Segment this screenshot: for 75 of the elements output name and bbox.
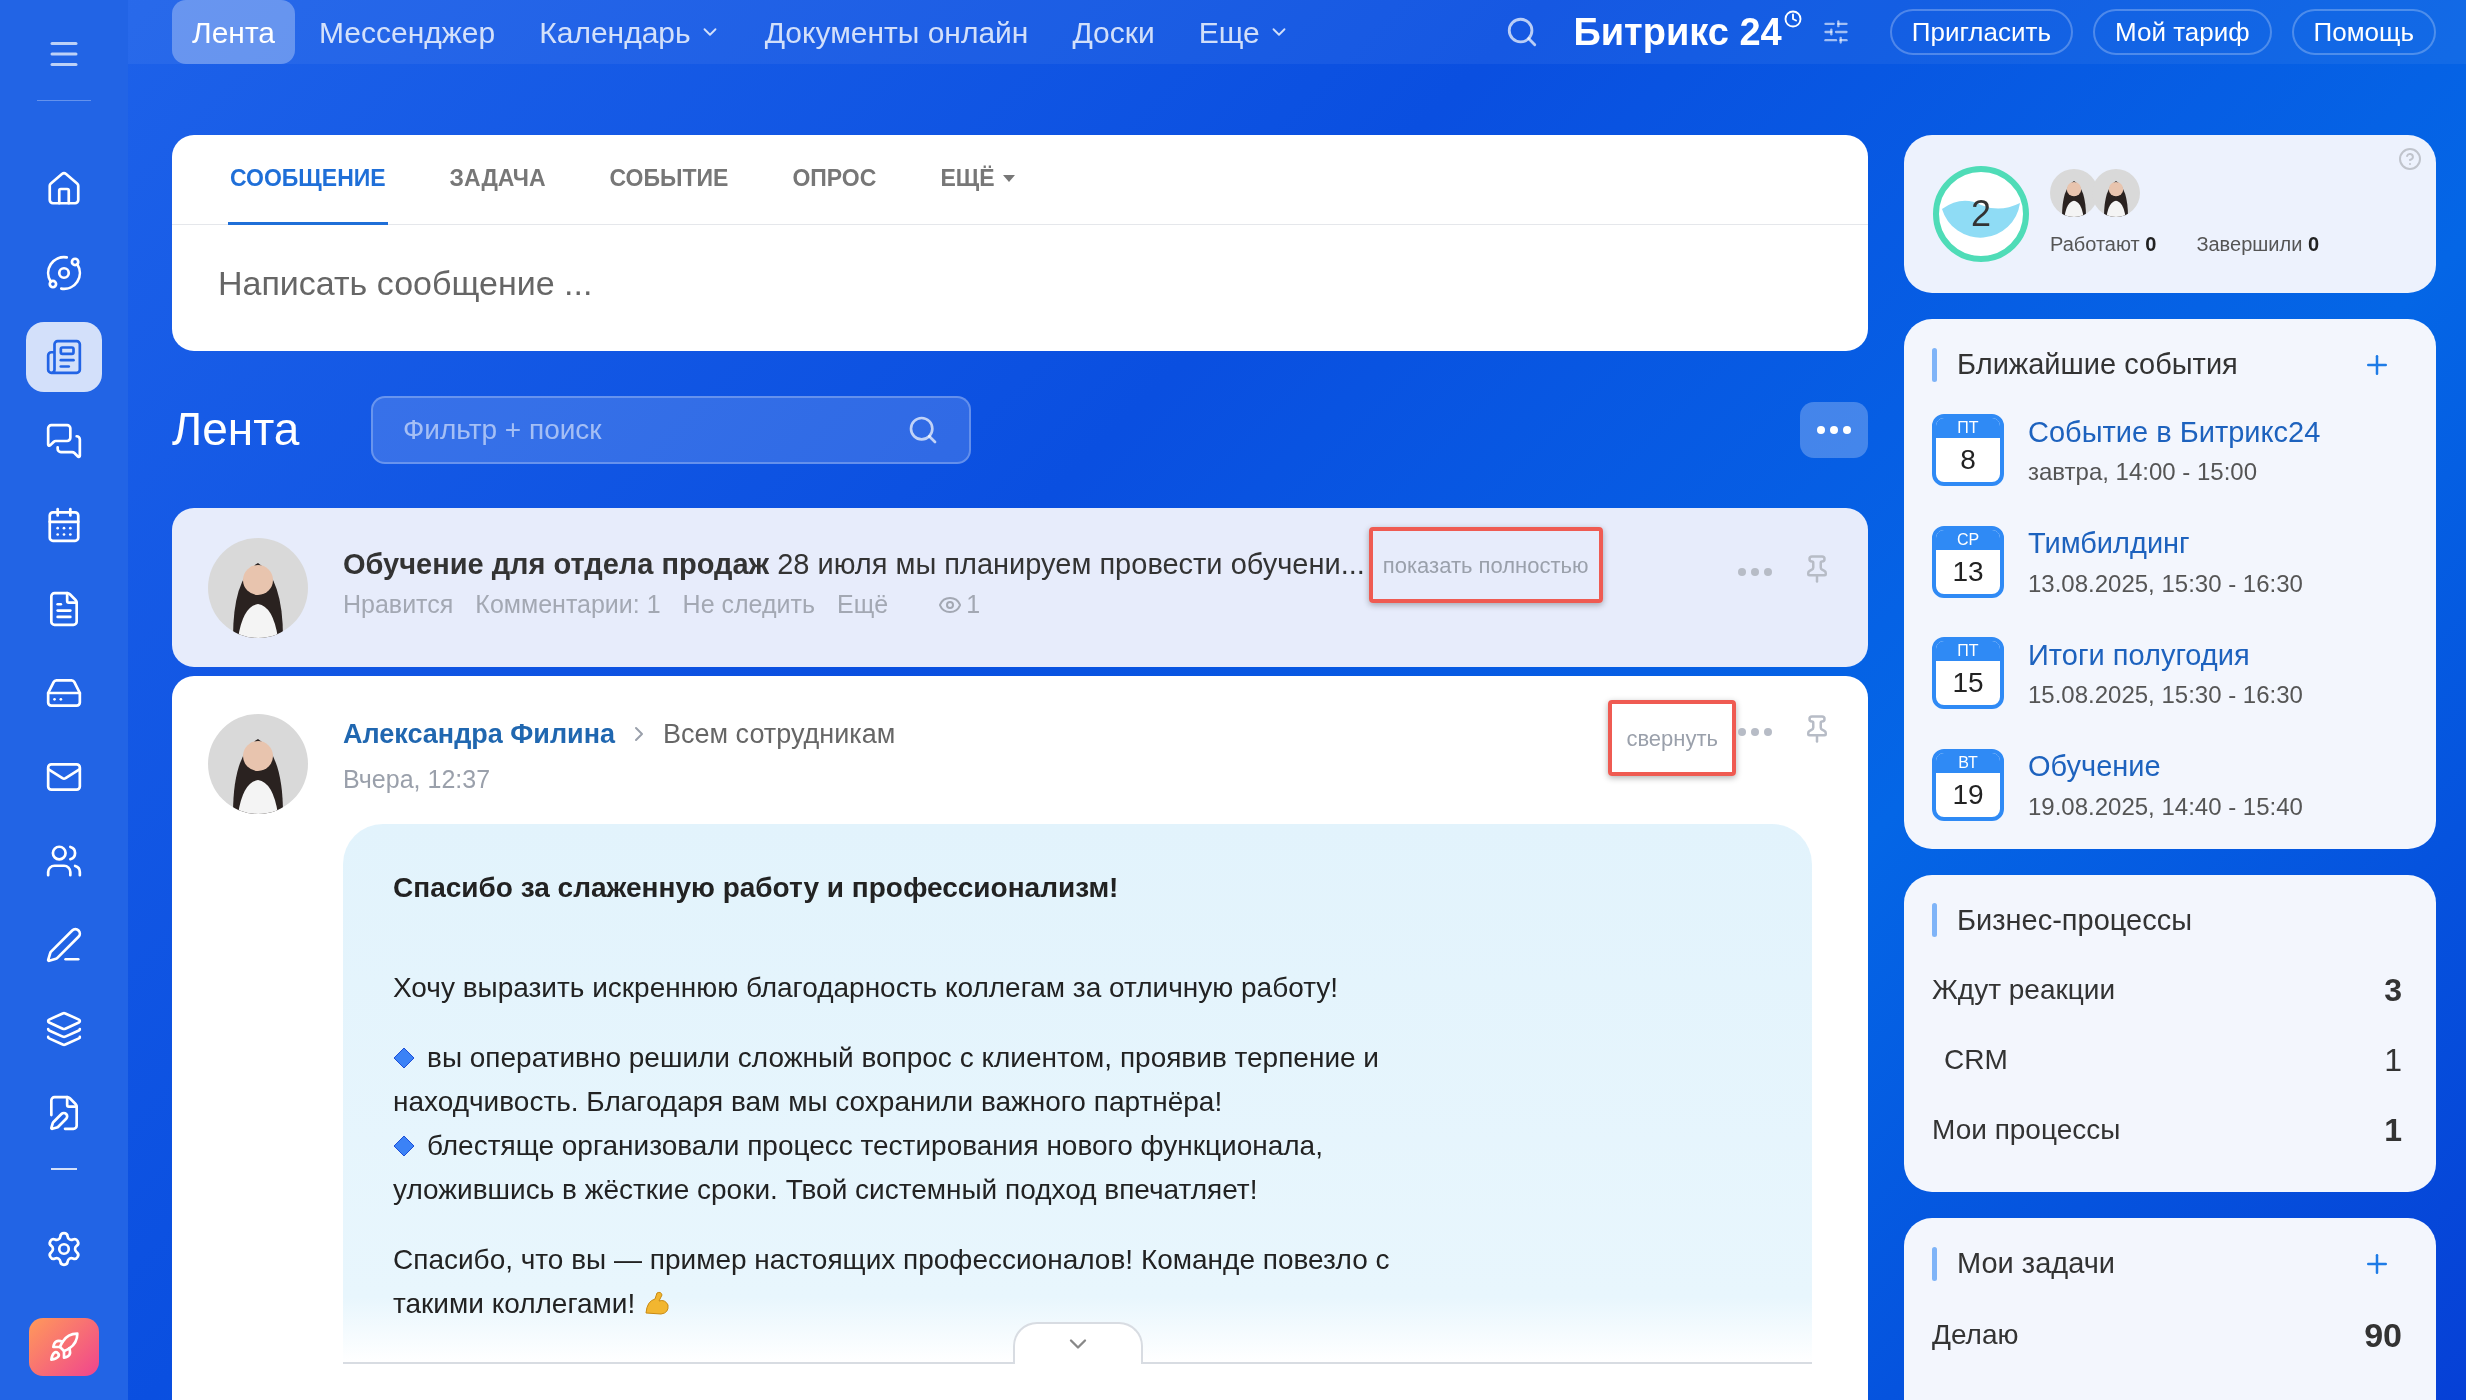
process-count: 3 <box>2384 971 2402 1010</box>
sign-icon <box>45 926 83 964</box>
calendar-date-icon: ВТ 19 <box>1932 748 2004 821</box>
process-label[interactable]: Мои процессы <box>1932 1109 2121 1151</box>
task-label[interactable]: Делаю <box>1932 1314 2019 1356</box>
collapse-link[interactable]: свернуть <box>1608 700 1736 776</box>
page-title: Лента <box>172 402 301 457</box>
event-link[interactable]: Событие в Битрикс24 <box>2028 410 2321 454</box>
flow-icon <box>45 254 83 292</box>
layers-icon <box>45 1010 83 1048</box>
caret-icon <box>1002 174 1015 183</box>
sliders-icon[interactable] <box>1821 18 1850 46</box>
counter-circle-icon <box>1932 165 2030 263</box>
process-label[interactable]: Ждут реакции <box>1932 969 2116 1011</box>
nav-tab[interactable]: Лента <box>172 0 296 64</box>
event-time: завтра, 14:00 - 15:00 <box>2028 457 2259 487</box>
composer-tab[interactable]: ОПРОС <box>790 135 879 225</box>
more-icon <box>1817 425 1851 434</box>
post-summary: Обучение для отдела продаж 28 июля мы планируем провести обучени... <box>343 547 1365 583</box>
header-button[interactable]: Помощь <box>2291 9 2436 55</box>
stat-label: Завершили 0 <box>2196 232 2319 257</box>
message-paragraph: Хочу выразить искреннюю благодарность коллегам за отличную работу! <box>393 971 1340 1005</box>
users-icon <box>45 842 83 880</box>
chat-icon <box>45 422 83 460</box>
event-time: 13.08.2025, 15:30 - 16:30 <box>2028 568 2303 599</box>
card-title: Бизнес-процессы <box>1957 902 2194 938</box>
filter-field[interactable]: Фильтр + поиск <box>371 395 971 464</box>
home-icon <box>45 170 83 208</box>
rocket-icon <box>48 1331 80 1363</box>
composer-tab[interactable]: СООБЩЕНИЕ <box>228 135 388 225</box>
message-bullet: блестяще организовали процесс тестирования нового функционала, уложившись в жёсткие сроки. Твой системный подход впечатляет! <box>393 1129 1324 1207</box>
calendar-date-icon: ПТ 8 <box>1932 414 2004 487</box>
filter-input[interactable]: Фильтр + поиск <box>403 408 907 451</box>
author-link[interactable]: Александра Филина <box>343 714 615 755</box>
rocket-button[interactable] <box>29 1318 99 1376</box>
diamond-icon <box>393 1047 415 1069</box>
composer-tab[interactable]: ЗАДАЧА <box>447 135 548 225</box>
message-paragraph: Спасибо, что вы — пример настоящих профессионалов! Команде повезло с такими коллегами! <box>393 1243 1391 1321</box>
composer-tab[interactable]: СОБЫТИЕ <box>607 135 731 225</box>
nav-tab[interactable]: Доски <box>1052 0 1175 64</box>
process-count: 1 <box>2384 1041 2402 1080</box>
message-bullet: вы оперативно решили сложный вопрос с клиентом, проявив терпение и находчивость. Благодаря вам мы сохранили важного партнёра! <box>393 1041 1380 1119</box>
sidebar-item[interactable] <box>26 322 102 392</box>
view-count: 1 <box>966 589 981 620</box>
card-title: Ближайшие события <box>1957 347 2239 382</box>
more-button[interactable] <box>1800 401 1868 458</box>
clock-icon <box>1783 9 1802 28</box>
event-link[interactable]: Обучение <box>2028 745 2303 789</box>
nav-tab[interactable]: Еще <box>1178 0 1310 64</box>
settings-icon[interactable] <box>45 1230 83 1268</box>
diamond-icon <box>393 1135 415 1157</box>
task-count: 90 <box>2364 1314 2402 1356</box>
calendar-date-icon: СР 13 <box>1932 525 2004 598</box>
feed-icon <box>45 338 83 376</box>
card-title: Мои задачи <box>1957 1246 2116 1281</box>
event-time: 15.08.2025, 15:30 - 16:30 <box>2028 680 2303 710</box>
event-link[interactable]: Итоги полугодия <box>2028 633 2303 677</box>
message-heading: Спасибо за слаженную работу и профессионализм! <box>393 871 1120 905</box>
calendar-icon <box>45 506 83 544</box>
composer-tab[interactable]: ЕЩЁ <box>938 135 1017 225</box>
nav-tab[interactable]: Документы онлайн <box>744 0 1049 64</box>
nav-tab[interactable]: Мессенджер <box>299 0 516 64</box>
header-button[interactable]: Пригласить <box>1889 9 2073 55</box>
process-label[interactable]: CRM <box>1932 1039 2008 1081</box>
calendar-date-icon: ПТ 15 <box>1932 637 2004 710</box>
audience: Всем сотрудникам <box>663 718 896 751</box>
nav-tab[interactable]: Календарь <box>519 0 741 64</box>
event-link[interactable]: Тимбилдинг <box>2028 522 2303 566</box>
event-time: 19.08.2025, 14:40 - 15:40 <box>2028 791 2303 822</box>
header-button[interactable]: Мой тариф <box>2092 9 2272 55</box>
counter-value: 2 <box>1970 192 1992 236</box>
stat-label: Работают 0 <box>2050 232 2157 257</box>
process-count: 1 <box>2384 1111 2402 1150</box>
logo[interactable]: Битрикс 24 <box>1573 3 1782 61</box>
post-date: Вчера, 12:37 <box>343 763 492 795</box>
